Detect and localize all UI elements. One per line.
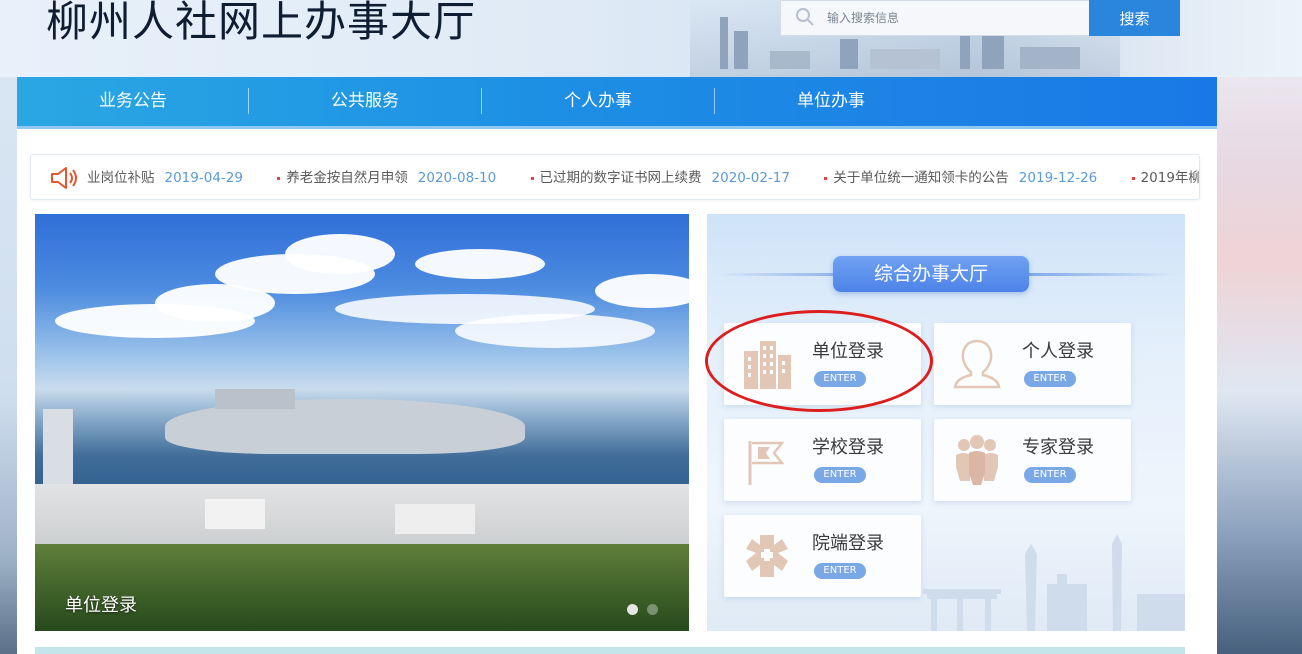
card-label: 个人登录 (1022, 341, 1094, 362)
banner-caption: 单位登录 (65, 595, 137, 616)
main-container: 业务公告 公共服务 个人办事 单位办事 业岗位补贴 2019-04-29 养老金按… (17, 77, 1217, 654)
bullet-icon (530, 176, 534, 180)
ticker-item[interactable]: 已过期的数字证书网上续费 2020-02-17 (530, 155, 790, 199)
main-nav: 业务公告 公共服务 个人办事 单位办事 (17, 77, 1217, 129)
nav-item-business-notice[interactable]: 业务公告 (17, 77, 249, 126)
speaker-icon (51, 167, 77, 189)
bullet-icon (277, 176, 281, 180)
background-scenery-left (0, 0, 17, 654)
group-icon (956, 435, 998, 485)
enter-badge[interactable]: ENTER (1024, 371, 1076, 387)
enter-badge[interactable]: ENTER (814, 563, 866, 579)
site-title: 柳州人社网上办事大厅 (46, 0, 477, 46)
ticker-item[interactable]: 养老金按自然月申领 2020-08-10 (277, 155, 496, 199)
flag-icon (748, 441, 785, 485)
card-label: 院端登录 (812, 533, 884, 554)
hospital-login-card[interactable]: 院端登录 ENTER (724, 515, 921, 597)
card-label: 专家登录 (1022, 437, 1094, 458)
enter-badge[interactable]: ENTER (1024, 467, 1076, 483)
city-landmark-illustration (923, 534, 1185, 631)
personal-login-card[interactable]: 个人登录 ENTER (934, 323, 1131, 405)
site-header: 柳州人社网上办事大厅 搜索 (0, 0, 1302, 77)
card-label: 学校登录 (812, 437, 884, 458)
decor-line (1025, 273, 1175, 276)
ticker-item[interactable]: 业岗位补贴 2019-04-29 (87, 155, 243, 199)
integrated-service-hall: 综合办事大厅 单位登录 ENTER 个人登录 ENTER 学校登录 ENTER … (707, 214, 1185, 631)
bullet-icon (1131, 176, 1135, 180)
enter-badge[interactable]: ENTER (814, 371, 866, 387)
search-box (780, 0, 1090, 36)
bottom-section-edge (35, 647, 1185, 654)
building-icon (744, 341, 791, 389)
bullet-icon (824, 176, 828, 180)
card-label: 单位登录 (812, 341, 884, 362)
ticker-track: 业岗位补贴 2019-04-29 养老金按自然月申领 2020-08-10 已过期的… (87, 155, 1199, 199)
announcement-ticker: 业岗位补贴 2019-04-29 养老金按自然月申领 2020-08-10 已过期的… (30, 154, 1200, 200)
background-scenery-right (1217, 0, 1302, 654)
carousel-dot[interactable] (647, 604, 658, 615)
search-icon (796, 8, 814, 26)
ticker-item[interactable]: 关于单位统一通知领卡的公告 2019-12-26 (824, 155, 1097, 199)
search-input[interactable] (823, 1, 1087, 35)
unit-login-card[interactable]: 单位登录 ENTER (724, 323, 921, 405)
nav-item-unit-affairs[interactable]: 单位办事 (715, 77, 947, 126)
school-login-card[interactable]: 学校登录 ENTER (724, 419, 921, 501)
carousel-dot-active[interactable] (627, 604, 638, 615)
nav-item-public-service[interactable]: 公共服务 (249, 77, 481, 126)
person-icon (953, 339, 1001, 389)
nav-item-personal-affairs[interactable]: 个人办事 (482, 77, 714, 126)
search-button[interactable]: 搜索 (1089, 0, 1180, 36)
hospital-cross-icon (746, 535, 788, 577)
ticker-item[interactable]: 2019年柳州市社 (1131, 155, 1199, 199)
expert-login-card[interactable]: 专家登录 ENTER (934, 419, 1131, 501)
hall-title: 综合办事大厅 (833, 256, 1029, 292)
city-banner-carousel[interactable]: 单位登录 (35, 214, 689, 631)
enter-badge[interactable]: ENTER (814, 467, 866, 483)
